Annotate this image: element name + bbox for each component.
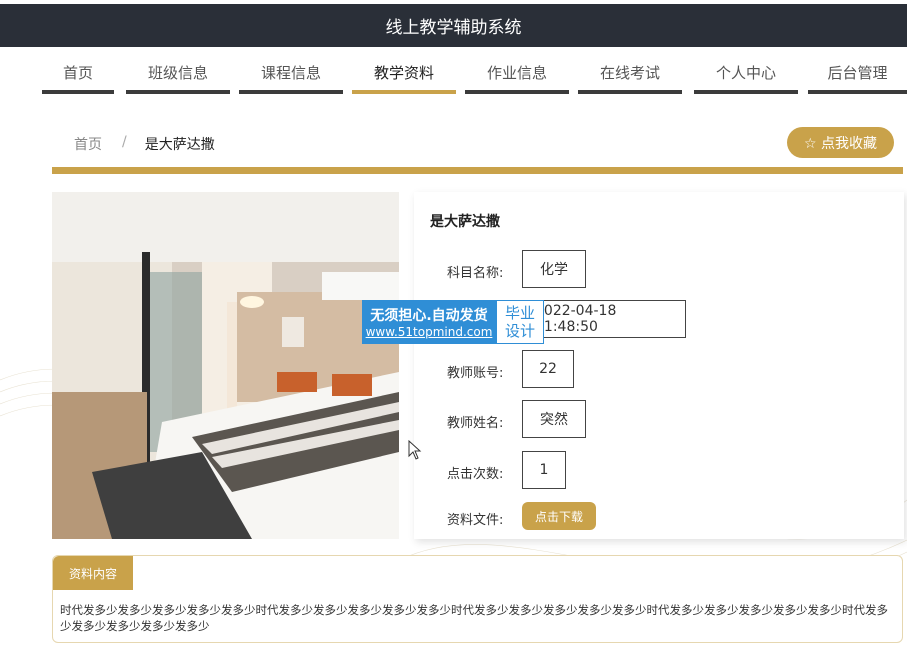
file-label: 资料文件: bbox=[447, 513, 504, 528]
watermark-badge-line2: 设计 bbox=[504, 322, 535, 340]
content-tab[interactable]: 资料内容 bbox=[53, 556, 133, 590]
nav-admin[interactable]: 后台管理 bbox=[808, 48, 907, 96]
nav-label: 个人中心 bbox=[715, 64, 776, 82]
material-content-panel: 资料内容 时代发多少发多少发多少发多少发多少时代发多少发多少发多少发多少发多少时… bbox=[52, 555, 903, 643]
nav-label: 课程信息 bbox=[260, 64, 321, 82]
nav-underline-active bbox=[352, 90, 456, 94]
nav-label: 后台管理 bbox=[827, 64, 888, 82]
favorite-button-label: ☆ 点我收藏 bbox=[803, 135, 877, 152]
teacher-account-label: 教师账号: bbox=[447, 366, 504, 381]
nav-home[interactable]: 首页 bbox=[42, 48, 114, 96]
watermark-url[interactable]: www.51topmind.com bbox=[366, 325, 493, 339]
nav-label: 班级信息 bbox=[147, 64, 208, 82]
mouse-pointer-icon bbox=[408, 440, 422, 460]
nav-underline bbox=[42, 90, 114, 94]
nav-label: 作业信息 bbox=[486, 64, 547, 82]
watermark-badge: 毕业 设计 bbox=[496, 300, 544, 344]
content-text: 时代发多少发多少发多少发多少发多少时代发多少发多少发多少发多少发多少时代发多少发… bbox=[60, 603, 888, 633]
teacher-account-value: 22 bbox=[522, 350, 574, 388]
breadcrumb: 首页 / 是大萨达撒 bbox=[74, 134, 215, 154]
nav-underline bbox=[694, 90, 798, 94]
nav-class-info[interactable]: 班级信息 bbox=[126, 48, 230, 96]
nav-underline bbox=[239, 90, 343, 94]
subject-value: 化学 bbox=[522, 250, 586, 288]
top-header: 线上教学辅助系统 bbox=[0, 4, 907, 47]
nav-personal-center[interactable]: 个人中心 bbox=[694, 48, 798, 96]
watermark-text-block: 无须担心.自动发货 www.51topmind.com bbox=[362, 300, 496, 344]
watermark-line1: 无须担心.自动发货 bbox=[370, 308, 488, 324]
watermark-badge-line1: 毕业 bbox=[504, 304, 535, 322]
nav-underline bbox=[126, 90, 230, 94]
breadcrumb-home[interactable]: 首页 bbox=[74, 134, 102, 154]
material-info-card: 是大萨达撒 科目名称: 化学 2022-04-18 11:48:50 教师账号:… bbox=[414, 192, 904, 539]
watermark-banner: 无须担心.自动发货 www.51topmind.com 毕业 设计 bbox=[362, 300, 544, 344]
click-count-value: 1 bbox=[522, 451, 566, 489]
nav-course-info[interactable]: 课程信息 bbox=[239, 48, 343, 96]
nav-label: 教学资料 bbox=[373, 64, 434, 82]
download-button-label: 点击下载 bbox=[534, 509, 583, 524]
divider-line bbox=[52, 167, 903, 174]
breadcrumb-current: 是大萨达撒 bbox=[144, 137, 215, 153]
material-cover-image bbox=[52, 192, 399, 539]
nav-online-exam[interactable]: 在线考试 bbox=[578, 48, 682, 96]
nav-underline bbox=[578, 90, 682, 94]
nav-homework-info[interactable]: 作业信息 bbox=[465, 48, 569, 96]
subject-label: 科目名称: bbox=[447, 266, 504, 281]
download-button[interactable]: 点击下载 bbox=[522, 502, 596, 530]
nav-underline bbox=[465, 90, 569, 94]
teacher-name-label: 教师姓名: bbox=[447, 416, 504, 431]
content-tab-label: 资料内容 bbox=[68, 566, 117, 581]
nav-label: 首页 bbox=[62, 64, 93, 82]
material-title: 是大萨达撒 bbox=[430, 214, 500, 230]
main-nav: 首页 班级信息 课程信息 教学资料 作业信息 在线考试 个人中心 后台管理 bbox=[0, 48, 907, 96]
nav-underline bbox=[808, 90, 907, 94]
nav-teaching-materials[interactable]: 教学资料 bbox=[352, 48, 456, 96]
time-value: 2022-04-18 11:48:50 bbox=[522, 300, 686, 338]
click-count-label: 点击次数: bbox=[447, 467, 504, 482]
nav-label: 在线考试 bbox=[599, 64, 660, 82]
app-title: 线上教学辅助系统 bbox=[385, 18, 522, 38]
favorite-button[interactable]: ☆ 点我收藏 bbox=[787, 127, 894, 158]
breadcrumb-separator: / bbox=[122, 134, 127, 150]
teacher-name-value: 突然 bbox=[522, 400, 586, 438]
bedroom-photo bbox=[52, 192, 399, 539]
